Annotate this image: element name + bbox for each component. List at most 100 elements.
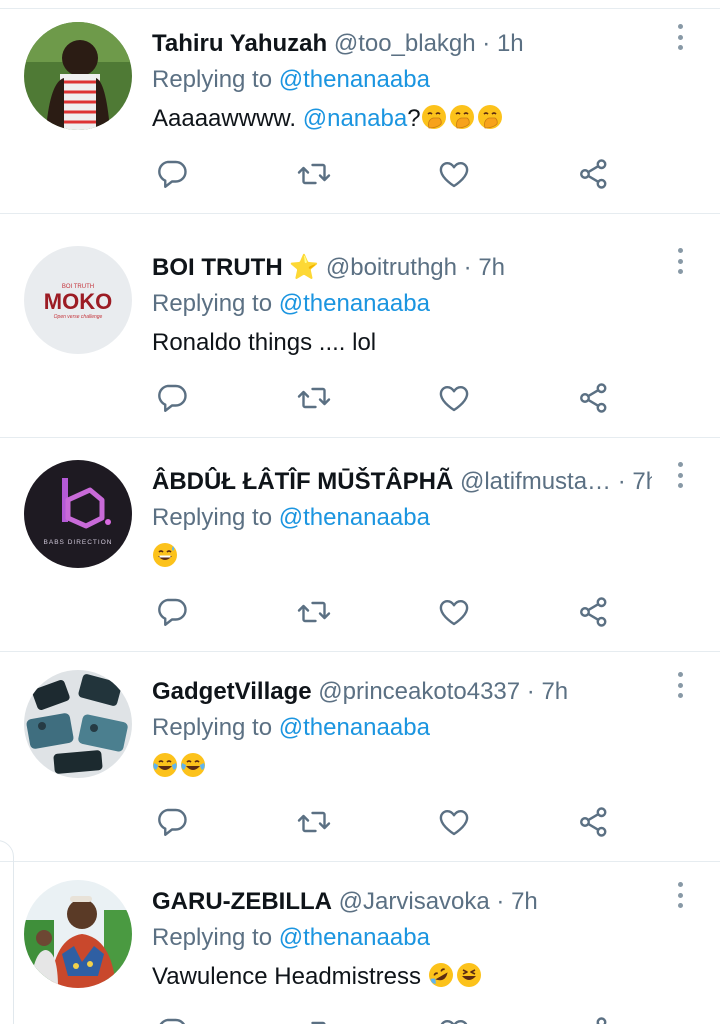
user-handle[interactable]: @too_blakgh — [334, 30, 476, 57]
action-bar — [152, 380, 632, 416]
tweet-header: Tahiru Yahuzah @too_blakgh · 1h — [152, 28, 652, 60]
avatar[interactable]: BOI TRUTH MOKO Open verse challenge — [24, 246, 132, 354]
user-handle[interactable]: @boitruthgh — [326, 254, 457, 281]
display-name[interactable]: ÂBDÛŁ ŁÂTÎF MŪŠTÂPHÃ — [152, 468, 453, 495]
tears-of-joy-emoji — [153, 753, 177, 777]
tweet-item[interactable]: Tahiru Yahuzah @too_blakgh · 1h Replying… — [0, 0, 720, 214]
separator: · — [456, 254, 479, 281]
replying-prefix: Replying to — [152, 290, 279, 317]
timestamp[interactable]: 7h — [541, 678, 568, 705]
separator: · — [475, 30, 497, 57]
retweet-icon[interactable] — [296, 156, 332, 192]
hand-over-mouth-emoji — [421, 105, 446, 129]
tweet-text-body: Aaaaawwww. — [152, 105, 303, 132]
more-icon[interactable] — [668, 246, 692, 276]
reply-icon[interactable] — [154, 594, 190, 630]
tweet-text-body: Vawulence Headmistress — [152, 963, 428, 990]
timestamp[interactable]: 1h — [497, 30, 524, 57]
replying-prefix: Replying to — [152, 66, 279, 93]
mention-link[interactable]: @nanaba — [303, 105, 407, 132]
reply-icon[interactable] — [154, 804, 190, 840]
retweet-icon[interactable] — [296, 1014, 332, 1024]
replying-mention-link[interactable]: @thenanaaba — [279, 290, 430, 317]
laughing-emoji — [456, 963, 481, 987]
avatar[interactable] — [24, 670, 132, 778]
reply-icon[interactable] — [154, 1014, 190, 1024]
timestamp[interactable]: 7h — [478, 254, 505, 281]
tweet-item[interactable]: BOI TRUTH MOKO Open verse challenge BOI … — [0, 224, 720, 438]
separator: · — [520, 678, 542, 705]
tweet-header: BOI TRUTH ⭐ @boitruthgh · 7h — [152, 252, 652, 284]
tweet-header: GARU-ZEBILLA @Jarvisavoka · 7h — [152, 886, 652, 918]
tweet-text: Ronaldo things .... lol — [152, 329, 377, 356]
user-handle[interactable]: @latifmusta… — [460, 468, 611, 495]
replying-to: Replying to @thenanaaba — [152, 502, 430, 534]
share-icon[interactable] — [576, 594, 612, 630]
tweet-item[interactable]: BABS DIRECTION ÂBDÛŁ ŁÂTÎF MŪŠTÂPHÃ @lat… — [0, 438, 720, 652]
floating-edge — [0, 840, 14, 1024]
more-icon[interactable] — [668, 880, 692, 910]
display-name[interactable]: GARU-ZEBILLA — [152, 888, 332, 915]
replying-to: Replying to @thenanaaba — [152, 64, 430, 96]
avatar-logo-text: MOKO — [44, 289, 112, 314]
tweet-item[interactable]: GARU-ZEBILLA @Jarvisavoka · 7h Replying … — [0, 858, 720, 1024]
more-icon[interactable] — [668, 22, 692, 52]
replying-to: Replying to @thenanaaba — [152, 922, 430, 954]
replying-mention-link[interactable]: @thenanaaba — [279, 714, 430, 741]
replying-to: Replying to @thenanaaba — [152, 288, 430, 320]
tweet-text: Vawulence Headmistress — [152, 960, 484, 994]
separator: · — [489, 888, 512, 915]
avatar-logo-text: BABS DIRECTION — [44, 539, 113, 546]
replying-to: Replying to @thenanaaba — [152, 712, 430, 744]
like-icon[interactable] — [436, 594, 472, 630]
rofl-emoji — [428, 963, 453, 987]
more-icon[interactable] — [668, 460, 692, 490]
grinning-sweat-emoji — [153, 543, 177, 567]
separator: · — [611, 468, 633, 495]
action-bar — [152, 1014, 632, 1024]
replying-mention-link[interactable]: @thenanaaba — [279, 504, 430, 531]
replying-mention-link[interactable]: @thenanaaba — [279, 66, 430, 93]
retweet-icon[interactable] — [296, 594, 332, 630]
share-icon[interactable] — [576, 1014, 612, 1024]
avatar[interactable] — [24, 880, 132, 988]
avatar[interactable]: BABS DIRECTION — [24, 460, 132, 568]
tweet-text — [152, 540, 180, 574]
share-icon[interactable] — [576, 804, 612, 840]
avatar[interactable] — [24, 22, 132, 130]
display-name[interactable]: Tahiru Yahuzah — [152, 30, 327, 57]
retweet-icon[interactable] — [296, 804, 332, 840]
timestamp[interactable]: 7h — [511, 888, 538, 915]
reply-feed: BOI TRUTH MOKO Open verse challenge BOI … — [0, 0, 720, 1024]
tweet-item[interactable]: GadgetVillage @princeakoto4337 · 7h Repl… — [0, 648, 720, 862]
share-icon[interactable] — [576, 380, 612, 416]
reply-icon[interactable] — [154, 380, 190, 416]
hand-over-mouth-emoji — [477, 105, 502, 129]
tweet-text-after: ? — [407, 105, 421, 132]
action-bar — [152, 594, 632, 630]
like-icon[interactable] — [436, 1014, 472, 1024]
retweet-icon[interactable] — [296, 380, 332, 416]
hand-over-mouth-emoji — [449, 105, 474, 129]
like-icon[interactable] — [436, 156, 472, 192]
timestamp[interactable]: 7h — [632, 468, 652, 495]
tweet-header: ÂBDÛŁ ŁÂTÎF MŪŠTÂPHÃ @latifmusta… · 7h — [152, 466, 652, 498]
user-handle[interactable]: @Jarvisavoka — [339, 888, 490, 915]
replying-prefix: Replying to — [152, 714, 279, 741]
replying-prefix: Replying to — [152, 504, 279, 531]
user-handle[interactable]: @princeakoto4337 — [318, 678, 520, 705]
tweet-text: Aaaaawwww. @nanaba? — [152, 102, 505, 136]
display-name[interactable]: BOI TRUTH ⭐ — [152, 254, 319, 281]
more-icon[interactable] — [668, 670, 692, 700]
display-name[interactable]: GadgetVillage — [152, 678, 312, 705]
like-icon[interactable] — [436, 804, 472, 840]
reply-icon[interactable] — [154, 156, 190, 192]
action-bar — [152, 156, 632, 192]
replying-mention-link[interactable]: @thenanaaba — [279, 924, 430, 951]
like-icon[interactable] — [436, 380, 472, 416]
tweet-text — [152, 750, 208, 784]
share-icon[interactable] — [576, 156, 612, 192]
tears-of-joy-emoji — [181, 753, 205, 777]
tweet-header: GadgetVillage @princeakoto4337 · 7h — [152, 676, 652, 708]
avatar-sub-text: Open verse challenge — [54, 314, 103, 320]
